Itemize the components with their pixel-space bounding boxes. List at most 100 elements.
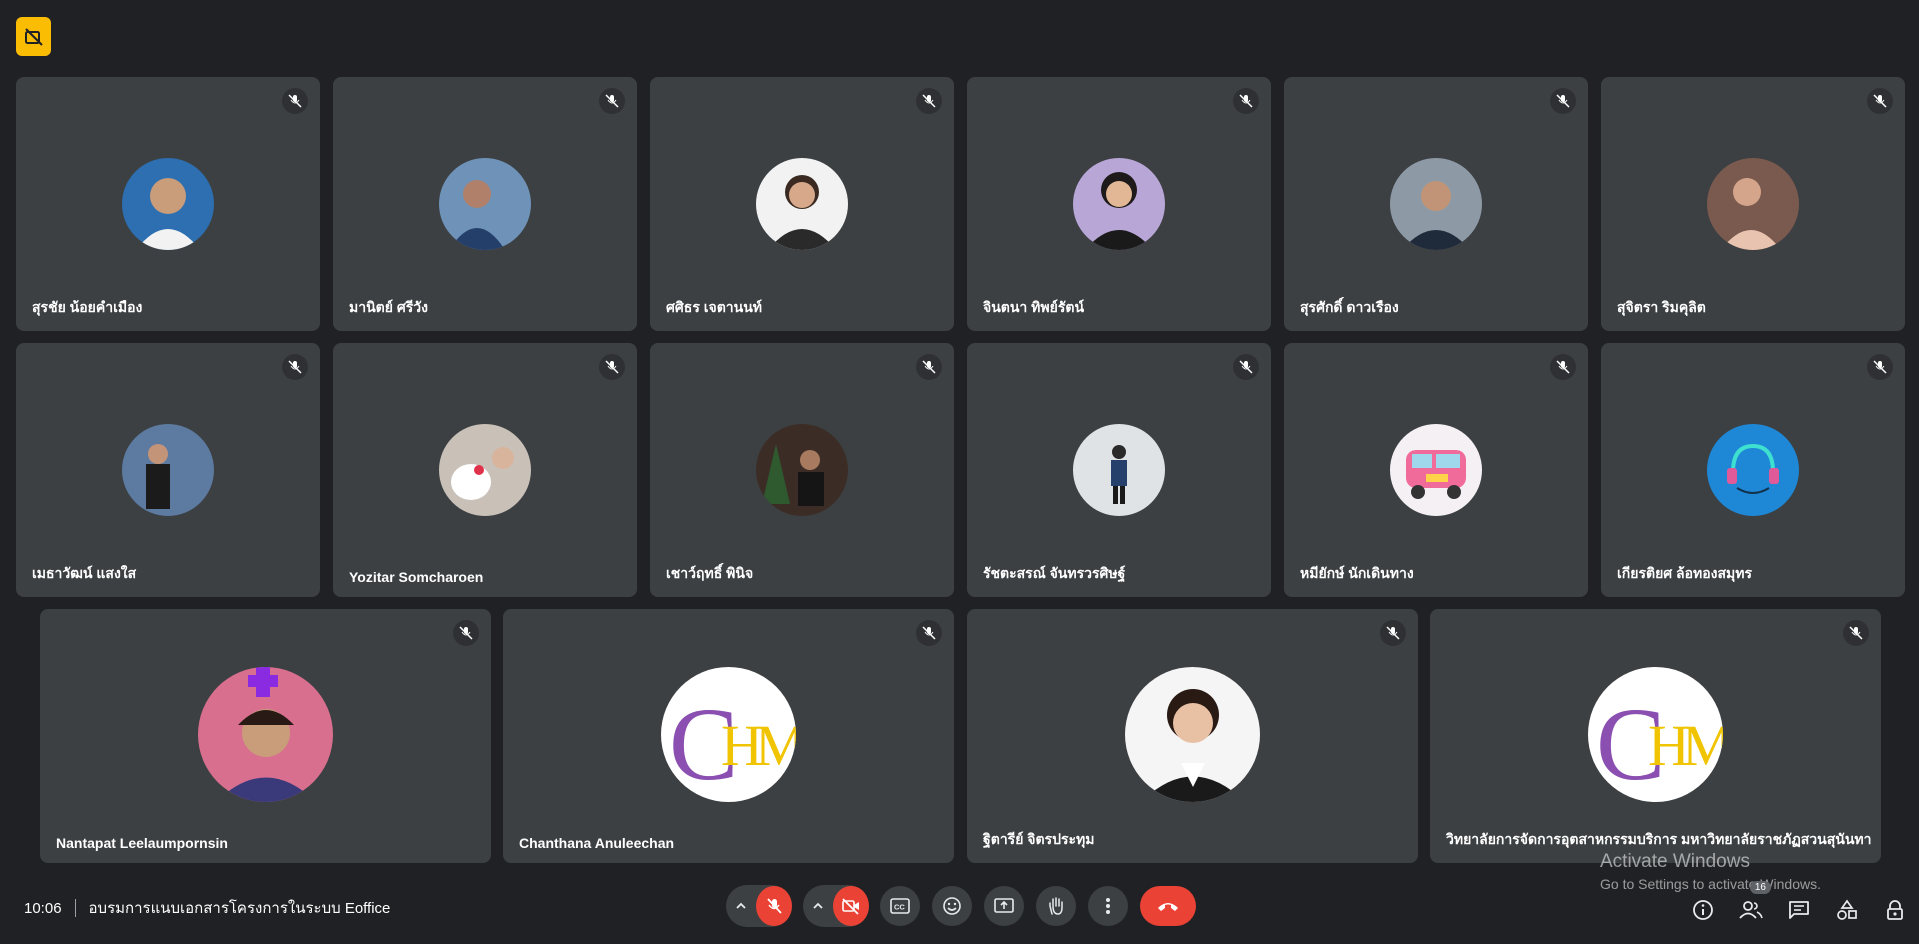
mic-off-icon — [599, 354, 625, 380]
avatar — [1707, 158, 1799, 250]
present-icon — [994, 898, 1014, 913]
reactions-control — [932, 885, 972, 927]
mic-off-icon — [1550, 88, 1576, 114]
avatar — [1125, 667, 1260, 802]
captions-control: CC — [880, 885, 920, 927]
raise-hand-button[interactable] — [1036, 886, 1076, 926]
participant-tile[interactable]: เมธาวัฒน์ แสงใส — [16, 343, 320, 597]
avatar — [756, 158, 848, 250]
mic-off-icon — [282, 354, 308, 380]
participant-name: ศศิธร เจตานนท์ — [666, 299, 763, 315]
present-button[interactable] — [984, 886, 1024, 926]
participant-tile[interactable]: C H M วิทยาลัยการจัดการอุตสาหกรรมบริการ … — [1430, 609, 1881, 863]
activities-icon — [1837, 899, 1857, 920]
mic-off-icon — [1380, 620, 1406, 646]
reactions-button[interactable] — [932, 886, 972, 926]
mic-off-icon — [916, 620, 942, 646]
svg-text:CC: CC — [894, 903, 905, 912]
participant-tile[interactable]: เชาว์ฤทธิ์ พินิจ — [650, 343, 954, 597]
camera-options-caret[interactable] — [803, 885, 833, 927]
avatar — [1707, 424, 1799, 516]
avatar — [122, 424, 214, 516]
meeting-details-button[interactable] — [1679, 892, 1727, 928]
more-options-control — [1088, 885, 1128, 927]
participant-name: ฐิตารีย์ จิตรประทุม — [983, 831, 1095, 847]
side-panel-toggles: 16 — [1679, 881, 1919, 928]
more-options-icon — [1106, 898, 1110, 914]
meeting-title: อบรมการแนบเอกสารโครงการในระบบ Eoffice — [88, 900, 391, 917]
logo-m: M — [1682, 713, 1723, 778]
camera-control — [803, 885, 869, 927]
avatar — [1390, 424, 1482, 516]
avatar — [439, 424, 531, 516]
mic-off-icon — [1867, 88, 1893, 114]
participant-tile[interactable]: สุรศักดิ์ ดาวเรือง — [1284, 77, 1588, 331]
mic-toggle-button[interactable] — [756, 886, 792, 926]
mic-off-icon — [1233, 354, 1259, 380]
participant-tile[interactable]: รัชตะสรณ์ จันทรวรศิษฐ์ — [967, 343, 1271, 597]
meeting-badge-icon[interactable] — [16, 17, 51, 56]
participant-tile[interactable]: จินตนา ทิพย์รัตน์ — [967, 77, 1271, 331]
avatar — [439, 158, 531, 250]
participant-tile[interactable]: สุรชัย น้อยคำเมือง — [16, 77, 320, 331]
raise-hand-control — [1036, 885, 1076, 927]
chat-button[interactable] — [1775, 892, 1823, 928]
participant-name: สุรศักดิ์ ดาวเรือง — [1300, 299, 1399, 315]
avatar — [1073, 158, 1165, 250]
participant-tile[interactable]: สุจิตรา ริมคุลิต — [1601, 77, 1905, 331]
more-options-button[interactable] — [1088, 886, 1128, 926]
raise-hand-icon — [1049, 897, 1063, 915]
avatar — [756, 424, 848, 516]
participant-name: สุรชัย น้อยคำเมือง — [32, 299, 143, 315]
participant-tile[interactable]: เกียรติยศ ล้อทองสมุทร — [1601, 343, 1905, 597]
chm-logo: C H M — [661, 667, 796, 802]
avatar — [1390, 158, 1482, 250]
mic-off-icon — [916, 354, 942, 380]
host-controls-button[interactable] — [1871, 892, 1919, 928]
people-icon — [1739, 901, 1763, 919]
avatar — [1073, 424, 1165, 516]
avatar — [198, 667, 333, 802]
participant-tile[interactable]: มานิตย์ ศรีวัง — [333, 77, 637, 331]
participant-name: Chanthana Anuleechan — [519, 835, 675, 851]
mic-off-icon — [1843, 620, 1869, 646]
participant-name: หมียักษ์ นักเดินทาง — [1300, 565, 1414, 581]
participant-name: เมธาวัฒน์ แสงใส — [32, 565, 137, 581]
chat-icon — [1789, 901, 1809, 919]
activities-button[interactable] — [1823, 892, 1871, 928]
mic-options-caret[interactable] — [726, 885, 756, 927]
participant-name: เกียรติยศ ล้อทองสมุทร — [1617, 565, 1753, 581]
present-control — [984, 885, 1024, 927]
camera-off-icon — [842, 898, 860, 915]
leave-call-button[interactable] — [1140, 886, 1196, 926]
participant-name: รัชตะสรณ์ จันทรวรศิษฐ์ — [983, 565, 1126, 581]
participant-name: วิทยาลัยการจัดการอุตสาหกรรมบริการ มหาวิท… — [1446, 831, 1872, 847]
participant-tile[interactable]: ศศิธร เจตานนท์ — [650, 77, 954, 331]
people-button[interactable]: 16 — [1727, 881, 1775, 928]
chm-logo: C H M — [1588, 667, 1723, 802]
participant-tile[interactable]: Nantapat Leelaumpornsin — [40, 609, 491, 863]
logo-m: M — [755, 713, 796, 778]
mic-off-icon — [916, 88, 942, 114]
avatar — [122, 158, 214, 250]
bottom-control-bar: 10:06 อบรมการแนบเอกสารโครงการในระบบ Eoff… — [0, 880, 1919, 944]
participant-tile[interactable]: หมียักษ์ นักเดินทาง — [1284, 343, 1588, 597]
camera-toggle-button[interactable] — [833, 886, 869, 926]
participant-tile[interactable]: ฐิตารีย์ จิตรประทุม — [967, 609, 1418, 863]
divider — [74, 899, 76, 917]
captions-icon: CC — [890, 898, 910, 914]
participant-tile[interactable]: C H M Chanthana Anuleechan — [503, 609, 954, 863]
participant-name: จินตนา ทิพย์รัตน์ — [983, 299, 1085, 315]
meeting-info: 10:06 อบรมการแนบเอกสารโครงการในระบบ Eoff… — [24, 896, 390, 920]
participant-tile[interactable]: Yozitar Somcharoen — [333, 343, 637, 597]
mic-off-icon — [599, 88, 625, 114]
emoji-icon — [943, 897, 961, 915]
host-controls-icon — [1887, 900, 1903, 920]
mic-off-icon — [767, 898, 782, 914]
captions-button[interactable]: CC — [880, 886, 920, 926]
participant-count-badge: 16 — [1749, 881, 1771, 894]
participant-name: มานิตย์ ศรีวัง — [349, 299, 428, 315]
mic-off-icon — [453, 620, 479, 646]
info-icon — [1693, 900, 1713, 920]
end-call-icon — [1158, 903, 1178, 911]
